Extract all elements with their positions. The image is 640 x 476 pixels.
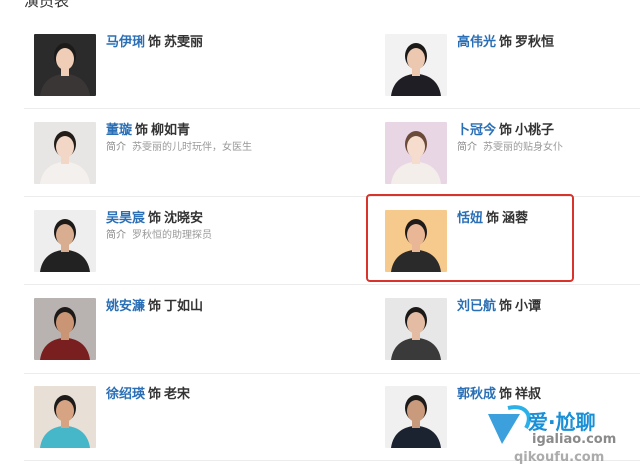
character-name: 老宋 [164, 387, 191, 402]
cast-info: 马伊琍饰苏雯丽 [106, 34, 286, 52]
watermark-arrow-icon [488, 414, 520, 444]
role-word: 饰 [499, 299, 513, 314]
cast-name-line: 吴昊宸饰沈晓安 [106, 210, 286, 228]
cast-name-line: 徐绍瑛饰老宋 [106, 386, 286, 404]
cast-info: 刘已航饰小谭 [457, 298, 637, 316]
cast-card[interactable]: 吴昊宸饰沈晓安 简介 罗秋恒的助理探员 [34, 210, 284, 274]
character-name: 沈晓安 [164, 211, 204, 226]
role-word: 饰 [499, 123, 513, 138]
portrait-icon [34, 122, 96, 184]
role-word: 饰 [499, 35, 513, 50]
intro-text: 苏雯丽的儿时玩伴，女医生 [132, 142, 252, 153]
cast-card[interactable]: 姚安濂饰丁如山 [34, 298, 284, 362]
watermark-domain-secondary: qikoufu.com [514, 450, 605, 465]
character-name: 小谭 [515, 299, 542, 314]
portrait-face [407, 136, 425, 158]
portrait-icon [385, 34, 447, 96]
actor-photo[interactable] [34, 386, 96, 448]
role-word: 饰 [135, 123, 149, 138]
intro-label: 简介 [106, 230, 126, 241]
portrait-face [56, 400, 74, 422]
portrait-icon [34, 386, 96, 448]
intro-text: 罗秋恒的助理探员 [132, 230, 212, 241]
portrait-icon [385, 298, 447, 360]
cast-card[interactable]: 刘已航饰小谭 [385, 298, 635, 362]
intro-label: 简介 [457, 142, 477, 153]
cast-section-title: 演员表 [24, 0, 70, 10]
portrait-face [407, 48, 425, 70]
character-name: 丁如山 [164, 299, 204, 314]
cast-info: 吴昊宸饰沈晓安 简介 罗秋恒的助理探员 [106, 210, 286, 244]
role-word: 饰 [148, 211, 162, 226]
cast-info: 姚安濂饰丁如山 [106, 298, 286, 316]
cast-name-line: 马伊琍饰苏雯丽 [106, 34, 286, 52]
cast-name-line: 刘已航饰小谭 [457, 298, 637, 316]
cast-info: 高伟光饰罗秋恒 [457, 34, 637, 52]
character-name: 罗秋恒 [515, 35, 555, 50]
cast-info: 卜冠今饰小桃子 简介 苏雯丽的贴身女仆 [457, 122, 637, 156]
portrait-icon [34, 298, 96, 360]
row-divider [24, 108, 640, 109]
role-word: 饰 [148, 387, 162, 402]
portrait-icon [385, 386, 447, 448]
actor-name-link[interactable]: 姚安濂 [106, 299, 145, 314]
watermark-domain: igaliao.com [532, 432, 617, 447]
portrait-icon [34, 210, 96, 272]
actor-name-link[interactable]: 董璇 [106, 123, 132, 138]
watermark-brand: 爱·尬聊 [528, 410, 596, 434]
actor-name-link[interactable]: 徐绍瑛 [106, 387, 145, 402]
row-divider [24, 373, 640, 374]
portrait-face [407, 400, 425, 422]
intro-line: 简介 苏雯丽的贴身女仆 [457, 140, 637, 156]
character-name: 苏雯丽 [164, 35, 204, 50]
actor-name-link[interactable]: 高伟光 [457, 35, 496, 50]
intro-line: 简介 罗秋恒的助理探员 [106, 228, 286, 244]
character-name: 小桃子 [515, 123, 555, 138]
actor-photo[interactable] [385, 34, 447, 96]
cast-card[interactable]: 卜冠今饰小桃子 简介 苏雯丽的贴身女仆 [385, 122, 635, 186]
cast-name-line: 卜冠今饰小桃子 [457, 122, 637, 140]
actor-name-link[interactable]: 吴昊宸 [106, 211, 145, 226]
portrait-face [56, 48, 74, 70]
portrait-icon [34, 34, 96, 96]
site-watermark: 爱·尬聊 igaliao.com qikoufu.com [480, 400, 640, 472]
cast-card[interactable]: 董璇饰柳如青 简介 苏雯丽的儿时玩伴，女医生 [34, 122, 284, 186]
cast-name-line: 董璇饰柳如青 [106, 122, 286, 140]
actor-photo[interactable] [34, 298, 96, 360]
role-word: 饰 [148, 35, 162, 50]
portrait-face [56, 312, 74, 334]
cast-info: 董璇饰柳如青 简介 苏雯丽的儿时玩伴，女医生 [106, 122, 286, 156]
portrait-face [56, 224, 74, 246]
character-name: 柳如青 [151, 123, 191, 138]
cast-card[interactable]: 高伟光饰罗秋恒 [385, 34, 635, 98]
row-divider [24, 284, 640, 285]
cast-card[interactable]: 马伊琍饰苏雯丽 [34, 34, 284, 98]
highlight-annotation-box [366, 194, 574, 282]
actor-name-link[interactable]: 马伊琍 [106, 35, 145, 50]
actor-photo[interactable] [34, 34, 96, 96]
actor-photo[interactable] [385, 122, 447, 184]
cast-name-line: 姚安濂饰丁如山 [106, 298, 286, 316]
actor-photo[interactable] [385, 386, 447, 448]
actor-photo[interactable] [385, 298, 447, 360]
portrait-icon [385, 122, 447, 184]
cast-card[interactable]: 徐绍瑛饰老宋 [34, 386, 284, 450]
cast-info: 徐绍瑛饰老宋 [106, 386, 286, 404]
cast-name-line: 高伟光饰罗秋恒 [457, 34, 637, 52]
intro-line: 简介 苏雯丽的儿时玩伴，女医生 [106, 140, 286, 156]
role-word: 饰 [148, 299, 162, 314]
intro-label: 简介 [106, 142, 126, 153]
portrait-face [56, 136, 74, 158]
actor-name-link[interactable]: 刘已航 [457, 299, 496, 314]
actor-name-link[interactable]: 卜冠今 [457, 123, 496, 138]
actor-photo[interactable] [34, 210, 96, 272]
intro-text: 苏雯丽的贴身女仆 [483, 142, 563, 153]
portrait-face [407, 312, 425, 334]
actor-photo[interactable] [34, 122, 96, 184]
